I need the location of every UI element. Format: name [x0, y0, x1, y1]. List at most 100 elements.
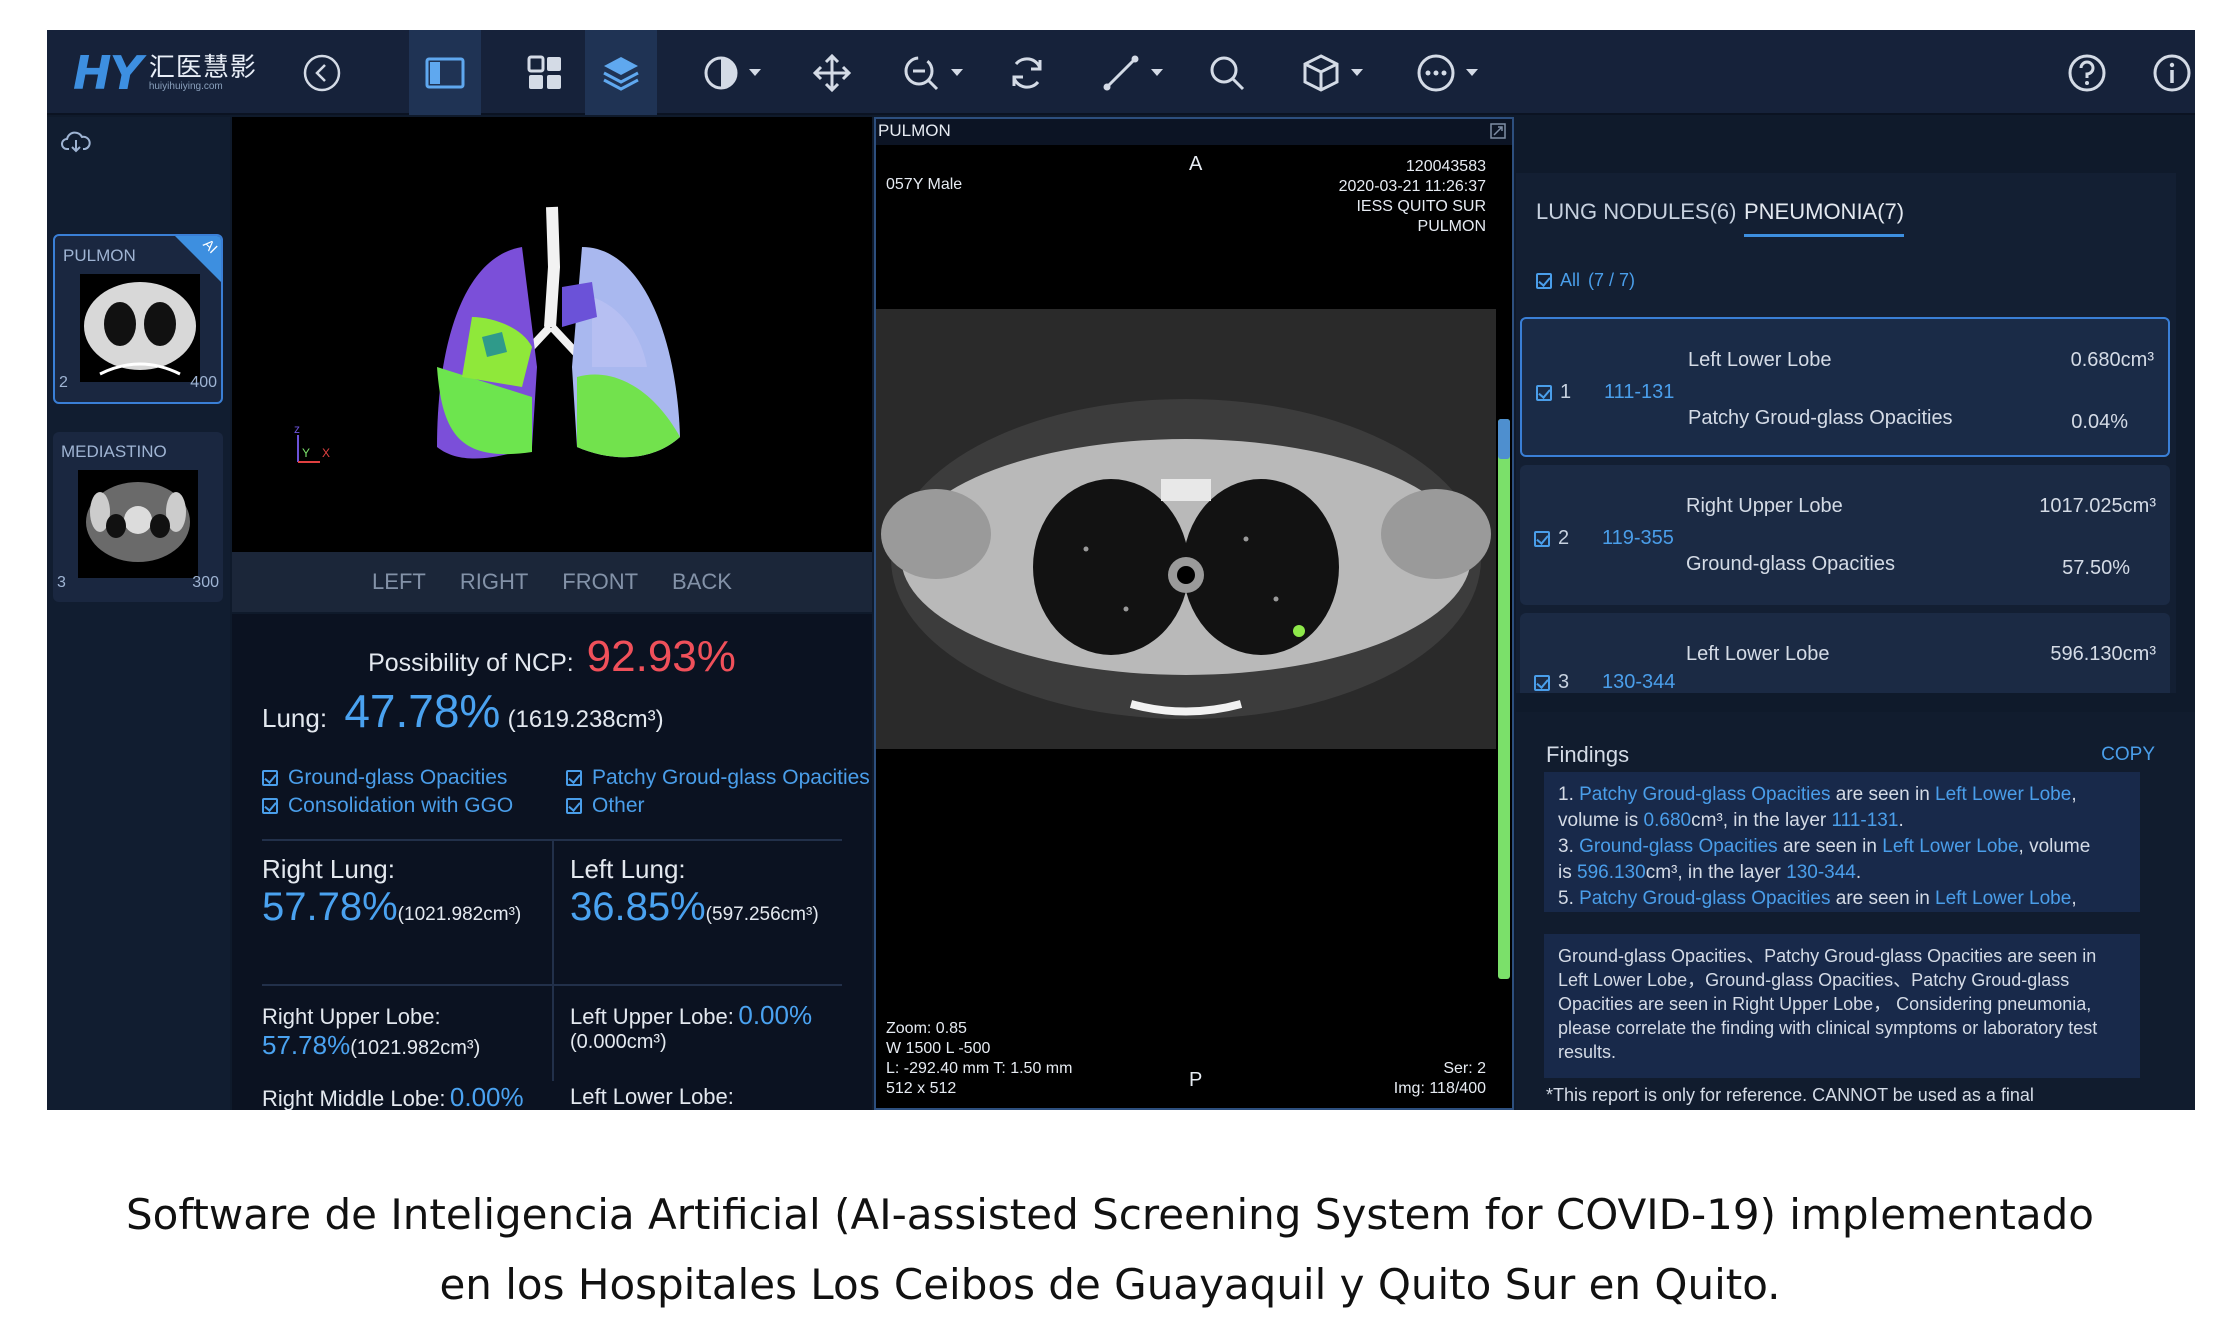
filter-other[interactable]: Other [566, 794, 645, 818]
divider [262, 984, 842, 986]
lung-3d-view[interactable]: z Y X [232, 117, 872, 612]
lesion-row[interactable]: 2 119-355 Right Upper Lobe 1017.025cm³ G… [1520, 465, 2170, 605]
cloud-download-icon [61, 131, 91, 153]
finding-text: 1. [1558, 784, 1580, 805]
tab-pneumonia[interactable]: PNEUMONIA(7) [1744, 199, 1905, 237]
finding-type: Patchy Groud-glass Opacities [1579, 888, 1831, 909]
series-count: 400 [190, 374, 217, 391]
tab-right[interactable]: RIGHT [460, 569, 528, 595]
checkbox-icon [262, 770, 278, 786]
series-name: PULMON [63, 246, 136, 265]
tab-back[interactable]: BACK [672, 569, 732, 595]
select-all[interactable]: All (7 / 7) [1536, 270, 1635, 291]
layers-icon [603, 56, 639, 91]
lesion-volume: 1017.025cm³ [2039, 495, 2156, 517]
lesion-row[interactable]: 3 130-344 Left Lower Lobe 596.130cm³ [1520, 613, 2170, 693]
lesion-type: Patchy Groud-glass Opacities [1688, 407, 1953, 429]
help-button[interactable] [2062, 30, 2112, 115]
checkbox-icon [566, 798, 582, 814]
layout-panel-button[interactable] [409, 30, 481, 115]
lesion-volume: 596.130cm³ [2050, 643, 2156, 665]
findings-text: 1. Patchy Groud-glass Opacities are seen… [1544, 772, 2140, 912]
zoom-button[interactable] [887, 30, 977, 115]
finding-type: Ground-glass Opacities [1579, 836, 1778, 857]
back-button[interactable] [297, 30, 347, 115]
measure-button[interactable] [1087, 30, 1177, 115]
series-thumb-pulmon[interactable]: PULMON 2 400 AI [53, 234, 223, 404]
finding-volume: 0.680 [1643, 810, 1692, 831]
finding-text: volume is [1558, 810, 1644, 831]
filter-row-1: Ground-glass Opacities Patchy Groud-glas… [262, 766, 870, 790]
info-icon [2153, 54, 2191, 91]
zoom-icon [904, 56, 939, 90]
toolbar: HY 汇医慧影 huiyihuiying.com [47, 30, 2195, 115]
thumbnail-image [80, 274, 200, 382]
lll-label: Left Lower Lobe: [570, 1084, 734, 1109]
checkbox-icon [1534, 530, 1550, 547]
finding-text: is [1558, 862, 1577, 883]
chevron-down-icon [1151, 69, 1163, 76]
caption-line-1: Software de Inteligencia Artificial (AI-… [126, 1190, 2094, 1239]
series-start: 2 [59, 374, 68, 391]
info-button[interactable] [2149, 30, 2195, 115]
slice-scrollbar[interactable] [1498, 419, 1510, 979]
axis-y-label: Y [302, 446, 310, 460]
series-name: MEDIASTINO [61, 442, 167, 461]
rml-stat: Right Middle Lobe: 0.00% [262, 1082, 524, 1110]
ct-slice-image [876, 309, 1496, 749]
orientation-anterior: A [1189, 153, 1203, 175]
reset-button[interactable] [997, 30, 1057, 115]
finding-text: are seen in [1830, 888, 1936, 909]
chevron-down-icon [749, 69, 761, 76]
rotate-icon [1012, 56, 1042, 89]
tab-lung-nodules[interactable]: LUNG NODULES(6) [1536, 199, 1736, 225]
chevron-down-icon [1466, 69, 1478, 76]
checkbox-icon [1536, 384, 1552, 401]
tab-front[interactable]: FRONT [562, 569, 638, 595]
lung-percent: 47.78% [344, 685, 501, 737]
layers-button[interactable] [585, 30, 657, 115]
lung-involvement: Lung: 47.78% (1619.238cm³) [262, 684, 664, 738]
finding-text: 5. [1558, 888, 1580, 909]
lesion-percent: 0.04% [2071, 411, 2128, 433]
ruler-icon [1103, 55, 1139, 90]
lul-volume: (0.000cm³) [570, 1031, 667, 1053]
checkbox-icon [566, 770, 582, 786]
filter-consolidation[interactable]: Consolidation with GGO [262, 794, 552, 818]
filter-label: Patchy Groud-glass Opacities [592, 766, 870, 789]
download-cloud-button[interactable] [61, 129, 91, 160]
series-thumb-mediastino[interactable]: MEDIASTINO 3 300 [53, 432, 223, 602]
filter-patchy-ggo[interactable]: Patchy Groud-glass Opacities [566, 766, 870, 790]
zoom-readout: Zoom: 0.85 [886, 1020, 967, 1037]
checkbox-icon [262, 798, 278, 814]
filter-label: Other [592, 794, 645, 817]
lesion-row[interactable]: 1 111-131 Left Lower Lobe 0.680cm³ Patch… [1520, 317, 2170, 457]
lesion-range: 130-344 [1602, 671, 1676, 693]
patient-info: 057Y Male [886, 176, 963, 193]
left-lung-stat: Left Lung: 36.85%(597.256cm³) [570, 854, 819, 930]
left-lung-label: Left Lung: [570, 854, 686, 884]
pan-button[interactable] [802, 30, 862, 115]
series-readout: Ser: 2 [1443, 1060, 1486, 1077]
more-button[interactable] [1397, 30, 1497, 115]
contrast-button[interactable] [687, 30, 777, 115]
maximize-icon[interactable] [1490, 123, 1506, 139]
lesion-percent: 57.50% [2062, 557, 2130, 579]
copy-button[interactable]: COPY [2101, 744, 2155, 766]
lung-3d-render: z Y X [294, 206, 680, 463]
grid-layout-button[interactable] [509, 30, 581, 115]
image-params: Zoom: 0.85 W 1500 L -500 L: -292.40 mm T… [886, 1019, 1072, 1099]
finding-layer: 130-344 [1786, 862, 1856, 883]
tab-left[interactable]: LEFT [372, 569, 426, 595]
chevron-down-icon [1351, 69, 1363, 76]
lul-label: Left Upper Lobe: [570, 1004, 734, 1029]
magnify-button[interactable] [1197, 30, 1257, 115]
move-icon [812, 53, 852, 92]
3d-cube-button[interactable] [1287, 30, 1377, 115]
ct-viewport[interactable]: PULMON 057Y Male 120043583 2020-03-21 11… [874, 117, 1514, 1110]
rul-stat: Right Upper Lobe: 57.78%(1021.982cm³) [262, 1004, 480, 1061]
lesion-number: 1 [1560, 381, 1572, 403]
search-icon [1210, 56, 1245, 90]
filter-ggo[interactable]: Ground-glass Opacities [262, 766, 552, 790]
cube-icon [1303, 53, 1339, 92]
